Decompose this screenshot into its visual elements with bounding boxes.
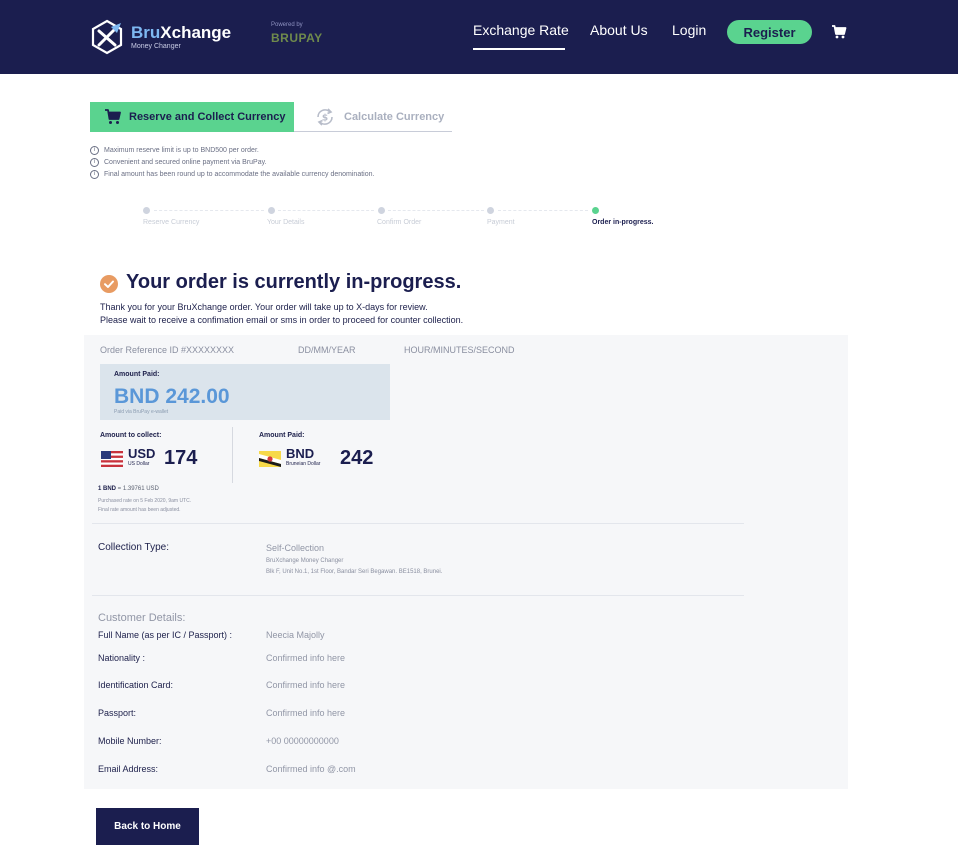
- tab-calculate-label: Calculate Currency: [344, 110, 445, 123]
- powered-by-label: Powered by: [271, 22, 303, 28]
- info-icon: i: [90, 157, 99, 167]
- section-divider: [92, 595, 744, 596]
- customer-field-label: Email Address:: [98, 764, 159, 774]
- partner-logo: BRUPAY: [271, 31, 323, 45]
- note-item: i Final amount has been round up to accom…: [90, 168, 374, 180]
- order-date: DD/MM/YEAR: [298, 345, 356, 355]
- cart-icon: [105, 109, 121, 124]
- brand-name-part2: Xchange: [160, 23, 232, 42]
- order-reference: Order Reference ID #XXXXXXXX: [100, 345, 235, 355]
- rate-base: 1 BND: [98, 486, 117, 492]
- payment-method-note: Paid via BruPay e-wallet: [114, 409, 169, 415]
- customer-field-label: Full Name (as per IC / Passport) :: [98, 630, 233, 640]
- status-message-line2: Please wait to receive a confimation ema…: [100, 315, 464, 325]
- collect-currency-code: USD: [128, 446, 156, 461]
- amount-to-collect-title: Amount to collect:: [100, 432, 162, 439]
- customer-field-value: Confirmed info @.com: [266, 764, 356, 774]
- step-dot: [487, 207, 494, 214]
- rate-value: = 1.39761 USD: [116, 486, 159, 492]
- customer-field-value: +00 00000000000: [266, 736, 339, 746]
- tab-reserve-collect[interactable]: Reserve and Collect Currency: [90, 102, 294, 132]
- back-to-home-button[interactable]: Back to Home: [96, 808, 199, 845]
- info-icon: i: [90, 169, 99, 179]
- step-label: Reserve Currency: [143, 219, 200, 226]
- section-divider: [92, 523, 744, 524]
- customer-details-title: Customer Details:: [98, 612, 186, 624]
- amount-paid-value: BND 242.00: [114, 385, 230, 408]
- note-item: i Convenient and secured online payment v…: [90, 156, 374, 168]
- svg-text:$: $: [322, 113, 328, 123]
- rate-note-2: Final rate amount has been adjusted.: [98, 507, 181, 513]
- nav-about-us[interactable]: About Us: [590, 22, 648, 38]
- paid-amount: 242: [340, 447, 374, 469]
- customer-field-value: Confirmed info here: [266, 653, 346, 663]
- step-connector: [278, 210, 374, 211]
- note-text: Convenient and secured online payment vi…: [104, 158, 267, 166]
- customer-field-value: Confirmed info here: [266, 708, 346, 718]
- customer-field-label: Identification Card:: [98, 680, 174, 690]
- currency-exchange-icon: $: [317, 107, 333, 126]
- collect-amount: 174: [164, 447, 198, 469]
- brunei-flag-icon: [259, 451, 281, 467]
- collection-address: Blk F, Unit No.1, 1st Floor, Bandar Seri…: [266, 569, 443, 575]
- brand-name-part1: Bru: [131, 23, 161, 42]
- step-label: Your Details: [267, 219, 305, 226]
- powered-by: Powered by BRUPAY: [271, 22, 323, 45]
- step-label-active: Order in-progress.: [592, 219, 654, 226]
- step-connector: [388, 210, 484, 211]
- note-text: Maximum reserve limit is up to BND500 pe…: [104, 146, 259, 154]
- paid-currency-code: BND: [286, 446, 315, 461]
- check-circle-icon: [100, 275, 118, 293]
- exchange-rate-line: 1 BND = 1.39761 USD: [98, 486, 159, 492]
- tab-calculate-currency[interactable]: $ Calculate Currency: [294, 102, 452, 132]
- tab-reserve-label: Reserve and Collect Currency: [129, 111, 286, 123]
- active-nav-underline: [473, 48, 565, 50]
- note-item: i Maximum reserve limit is up to BND500 p…: [90, 144, 374, 156]
- register-button[interactable]: Register: [727, 20, 812, 44]
- step-connector: [498, 210, 588, 211]
- customer-field-label: Mobile Number:: [98, 736, 162, 746]
- collection-type-label: Collection Type:: [98, 542, 169, 553]
- amount-paid-title-2: Amount Paid:: [259, 432, 305, 439]
- brand-logo[interactable]: BruXchange Money Changer: [89, 19, 231, 55]
- customer-field-label: Passport:: [98, 708, 137, 718]
- customer-field-label: Nationality :: [98, 653, 146, 663]
- us-flag-icon: [101, 451, 123, 467]
- page-title: Your order is currently in-progress.: [126, 271, 462, 293]
- step-label: Confirm Order: [377, 219, 422, 226]
- cart-icon[interactable]: [831, 24, 847, 40]
- step-dot-active: [592, 207, 599, 214]
- collection-type-value: Self-Collection: [266, 543, 325, 553]
- brand-tagline: Money Changer: [131, 43, 181, 50]
- rate-note-1: Purchased rate on 5 Feb 2020, 9am UTC.: [98, 498, 192, 504]
- note-text: Final amount has been round up to accomm…: [104, 170, 375, 178]
- step-dot: [143, 207, 150, 214]
- nav-exchange-rate[interactable]: Exchange Rate: [473, 22, 569, 38]
- customer-field-value: Confirmed info here: [266, 680, 346, 690]
- info-icon: i: [90, 145, 99, 155]
- step-label: Payment: [487, 219, 515, 226]
- collection-branch: BruXchange Money Changer: [266, 558, 344, 564]
- step-dot: [378, 207, 385, 214]
- status-message-line1: Thank you for your BruXchange order. You…: [100, 302, 428, 312]
- logo-icon: [91, 19, 123, 55]
- collect-currency-name: US Dollar: [128, 461, 150, 467]
- paid-currency-name: Bruneian Dollar: [286, 461, 321, 467]
- column-divider: [232, 427, 233, 483]
- nav-login[interactable]: Login: [672, 22, 706, 38]
- amount-paid-title: Amount Paid:: [114, 371, 160, 378]
- step-connector: [154, 210, 264, 211]
- reservation-notes: i Maximum reserve limit is up to BND500 p…: [90, 144, 374, 180]
- customer-field-value: Neecia Majolly: [266, 630, 325, 640]
- order-time: HOUR/MINUTES/SECOND: [404, 345, 515, 355]
- amount-paid-box: Amount Paid: BND 242.00 Paid via BruPay …: [100, 364, 390, 420]
- step-dot: [268, 207, 275, 214]
